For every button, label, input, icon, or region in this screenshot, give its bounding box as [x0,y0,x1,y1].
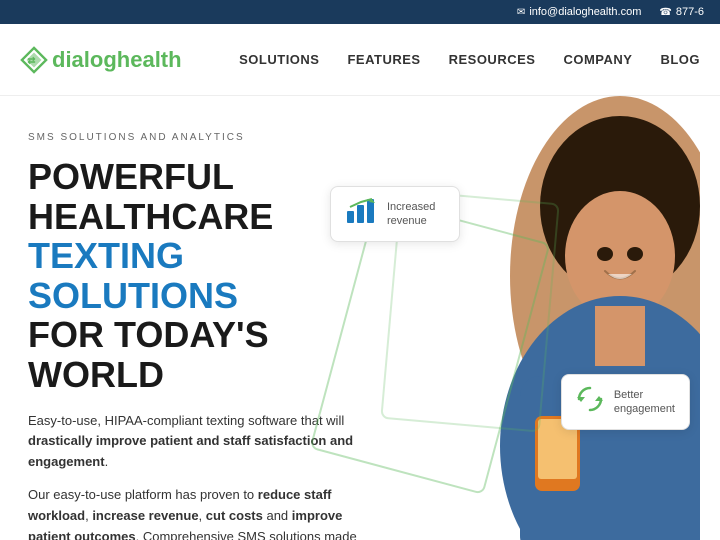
hero-section: SMS SOLUTIONS AND ANALYTICS POWERFUL HEA… [0,96,720,540]
top-bar: ✉ info@dialoghealth.com ☎ 877-6 [0,0,720,24]
email-text: info@dialoghealth.com [529,6,641,18]
hero-desc2-prefix: Our easy-to-use platform has proven to [28,487,258,502]
logo-link[interactable]: ⇄ dialoghealth [20,46,182,74]
card-engagement-label: Better [614,388,675,402]
logo-text: dialoghealth [52,47,182,73]
hero-desc1-suffix: . [105,454,109,469]
arrows-icon [576,385,604,419]
logo-word1: dialog [52,47,117,72]
hero-desc2-bold2: increase revenue [92,508,198,523]
card-engagement: Better engagement [561,374,690,430]
hero-desc2-mid2: , [199,508,206,523]
hero-content: SMS SOLUTIONS AND ANALYTICS POWERFUL HEA… [0,96,396,540]
phone-text: 877-6 [676,6,704,18]
hero-title-line2: TEXTING SOLUTIONS [28,235,238,316]
logo-word2: health [117,47,182,72]
nav-solutions[interactable]: SOLUTIONS [239,52,319,67]
email-icon: ✉ [517,7,525,18]
hero-desc2-mid3: and [263,508,292,523]
hero-title-line1: POWERFUL HEALTHCARE [28,156,273,237]
card-engagement-text: Better engagement [614,388,675,417]
header: ⇄ dialoghealth SOLUTIONS FEATURES RESOUR… [0,24,720,96]
card-revenue-label: Increased [387,200,435,214]
card-revenue-text: Increased revenue [387,200,435,229]
card-revenue-sub: revenue [387,214,435,228]
card-engagement-sub: engagement [614,402,675,416]
logo-icon: ⇄ [20,46,48,74]
chart-icon [345,197,377,231]
hero-title: POWERFUL HEALTHCARE TEXTING SOLUTIONS FO… [28,157,368,395]
main-nav: SOLUTIONS FEATURES RESOURCES COMPANY BLO… [239,52,700,67]
hero-desc1-prefix: Easy-to-use, HIPAA-compliant texting sof… [28,413,344,428]
phone-bar-item[interactable]: ☎ 877-6 [659,6,704,18]
nav-features[interactable]: FEATURES [347,52,420,67]
hero-desc2: Our easy-to-use platform has proven to r… [28,485,368,540]
phone-icon: ☎ [659,7,671,18]
hero-subtitle: SMS SOLUTIONS AND ANALYTICS [28,132,368,143]
hero-desc1-bold: drastically improve patient and staff sa… [28,433,353,469]
nav-resources[interactable]: RESOURCES [449,52,536,67]
hero-desc2-bold3: cut costs [206,508,263,523]
nav-company[interactable]: COMPANY [563,52,632,67]
nav-blog[interactable]: BLOG [660,52,700,67]
hero-title-line3: FOR TODAY'S WORLD [28,314,269,395]
card-revenue: Increased revenue [330,186,460,242]
email-bar-item[interactable]: ✉ info@dialoghealth.com [517,6,641,18]
svg-text:⇄: ⇄ [27,55,35,65]
